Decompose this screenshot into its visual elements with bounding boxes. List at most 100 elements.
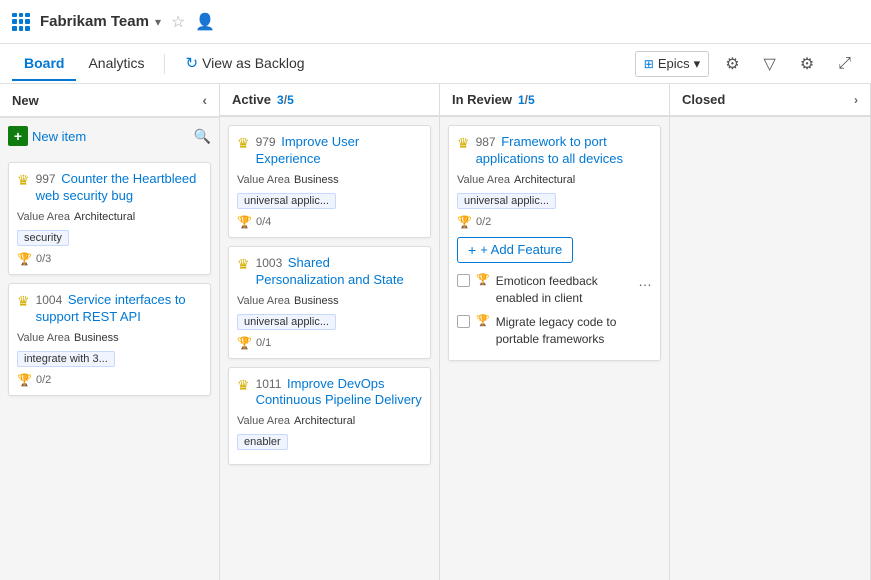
feature-trophy-icon-0: 🏆 [476,273,490,286]
settings-sliders-icon[interactable]: ⚙ [717,50,747,78]
backlog-cycle-icon: ↻ [185,54,198,72]
team-members-icon[interactable]: 👤 [195,12,215,32]
card-987: ♛ 987 Framework to port applications to … [448,125,661,361]
feature-item-0: 🏆 Emoticon feedback enabled in client … [457,269,652,311]
card-987-title[interactable]: Framework to port applications to all de… [476,134,623,166]
column-in-review-body: ♛ 987 Framework to port applications to … [440,117,669,580]
column-active-body: ♛ 979 Improve User Experience Value Area… [220,117,439,580]
trophy-icon-979: 🏆 [237,215,252,229]
col-in-review-label: In Review [452,92,512,107]
crown-icon-1003: ♛ [237,256,250,273]
team-name[interactable]: Fabrikam Team [40,13,149,30]
trophy-icon-997: 🏆 [17,252,32,266]
analytics-tab[interactable]: Analytics [76,47,156,81]
column-new-body: + New item 🔍 ♛ 997 Counter the Heartblee… [0,118,219,580]
card-979-footer: 🏆 0/4 [237,215,422,229]
feature-checkbox-1[interactable] [457,315,470,328]
filter-icon[interactable]: ▽ [756,50,784,78]
logo-area: Fabrikam Team ▾ ☆ 👤 [12,12,215,32]
nav-bar: Board Analytics ↻ View as Backlog ⊞ Epic… [0,44,871,84]
card-997-title-row: ♛ 997 Counter the Heartbleed web securit… [17,171,202,205]
column-new-header: New ‹ [0,84,219,118]
new-item-bar: + New item 🔍 [8,126,211,146]
feature-text-0: Emoticon feedback enabled in client [496,273,632,307]
feature-checkbox-0[interactable] [457,274,470,287]
board-tab[interactable]: Board [12,47,76,81]
app-logo-icon [12,13,30,31]
view-as-backlog-btn[interactable]: ↻ View as Backlog [173,46,316,82]
card-1003-footer: 🏆 0/1 [237,336,422,350]
card-1011-meta: Value Area Architectural [237,415,422,427]
feature-menu-icon-0[interactable]: … [638,273,652,289]
column-options-icon[interactable]: ⚙ [792,50,822,78]
card-1003: ♛ 1003 Shared Personalization and State … [228,246,431,359]
header: Fabrikam Team ▾ ☆ 👤 [0,0,871,44]
col-in-review-title: In Review 1/5 [452,92,535,107]
col-active-label: Active [232,92,271,107]
column-active: Active 3/5 ♛ 979 Improve User Experience… [220,84,440,580]
epics-chevron-icon: ▾ [694,56,701,72]
card-1004-footer: 🏆 0/2 [17,373,202,387]
card-1004-title-row: ♛ 1004 Service interfaces to support RES… [17,292,202,326]
card-997-meta: Value Area Architectural [17,211,202,223]
plus-square-icon: + [8,126,28,146]
col-new-title: New [12,93,39,108]
crown-icon-979: ♛ [237,135,250,152]
epics-grid-icon: ⊞ [644,57,654,71]
column-active-header: Active 3/5 [220,84,439,117]
card-1011-title-row: ♛ 1011 Improve DevOps Continuous Pipelin… [237,376,422,410]
card-1003-meta: Value Area Business [237,295,422,307]
col-closed-label: Closed [682,92,725,107]
crown-icon-1004: ♛ [17,293,30,310]
feature-text-1: Migrate legacy code to portable framewor… [496,314,652,348]
add-feature-button[interactable]: + + Add Feature [457,237,573,263]
card-987-tag[interactable]: universal applic... [457,193,556,209]
col-active-title: Active 3/5 [232,92,294,107]
column-closed-header: Closed › [670,84,870,117]
column-in-review-header: In Review 1/5 [440,84,669,117]
nav-right-actions: ⊞ Epics ▾ ⚙ ▽ ⚙ ⤢ [635,50,859,78]
card-1003-tag[interactable]: universal applic... [237,314,336,330]
trophy-icon-1004: 🏆 [17,373,32,387]
column-new: New ‹ + New item 🔍 ♛ 997 Counter the Hea… [0,84,220,580]
crown-icon-987: ♛ [457,135,470,152]
trophy-icon-1003: 🏆 [237,336,252,350]
col-active-count: 3/5 [277,93,294,107]
column-closed: Closed › [670,84,871,580]
fullscreen-icon[interactable]: ⤢ [830,51,859,77]
card-979: ♛ 979 Improve User Experience Value Area… [228,125,431,238]
trophy-icon-987: 🏆 [457,215,472,229]
card-997-tag[interactable]: security [17,230,69,246]
team-dropdown-icon[interactable]: ▾ [155,15,161,29]
card-987-footer: 🏆 0/2 [457,215,652,229]
feature-trophy-icon-1: 🏆 [476,314,490,327]
col-new-collapse-icon[interactable]: ‹ [202,92,207,108]
card-987-title-row: ♛ 987 Framework to port applications to … [457,134,652,168]
card-979-tag[interactable]: universal applic... [237,193,336,209]
epics-dropdown-btn[interactable]: ⊞ Epics ▾ [635,51,709,77]
col-in-review-count: 1/5 [518,93,535,107]
column-closed-body [670,117,870,580]
card-1004-meta: Value Area Business [17,332,202,344]
card-979-title-row: ♛ 979 Improve User Experience [237,134,422,168]
board: New ‹ + New item 🔍 ♛ 997 Counter the Hea… [0,84,871,580]
col-new-label: New [12,93,39,108]
card-1004: ♛ 1004 Service interfaces to support RES… [8,283,211,396]
crown-icon-997: ♛ [17,172,30,189]
card-997-footer: 🏆 0/3 [17,252,202,266]
favorite-star-icon[interactable]: ☆ [171,12,185,32]
col-closed-expand-icon[interactable]: › [854,93,858,107]
column-in-review: In Review 1/5 ♛ 987 Framework to port ap… [440,84,670,580]
add-feature-area: + + Add Feature 🏆 Emoticon feedback enab… [457,237,652,352]
card-997: ♛ 997 Counter the Heartbleed web securit… [8,162,211,275]
card-1011-tag[interactable]: enabler [237,434,288,450]
card-1004-tag[interactable]: integrate with 3... [17,351,115,367]
col-closed-title: Closed [682,92,725,107]
feature-item-1: 🏆 Migrate legacy code to portable framew… [457,310,652,352]
card-1011: ♛ 1011 Improve DevOps Continuous Pipelin… [228,367,431,466]
card-997-title[interactable]: Counter the Heartbleed web security bug [36,171,197,203]
new-item-button[interactable]: + New item [8,126,86,146]
search-icon[interactable]: 🔍 [194,128,211,145]
nav-divider [164,54,165,74]
card-987-meta: Value Area Architectural [457,174,652,186]
